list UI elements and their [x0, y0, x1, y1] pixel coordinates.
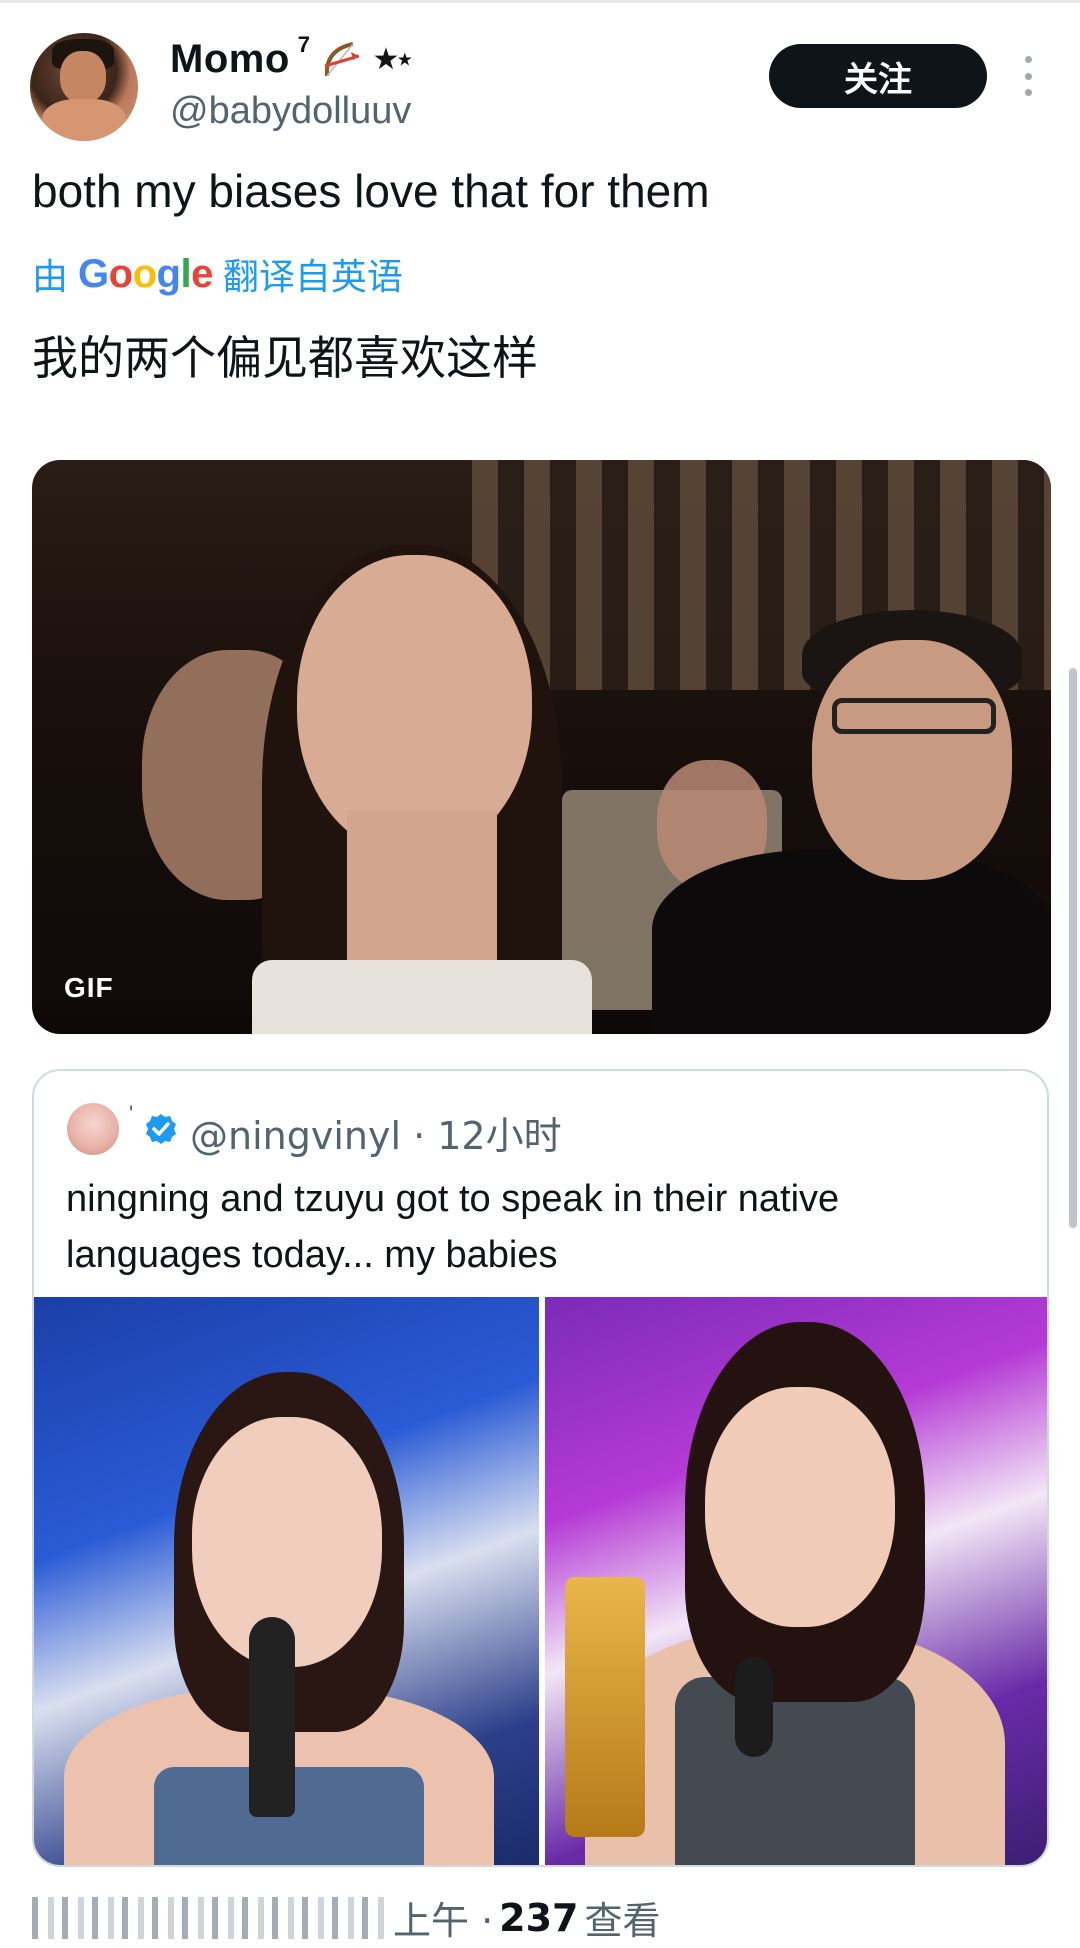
tweet-meta: 上午 · 237 查看 — [32, 1890, 661, 1945]
scrollbar[interactable] — [1069, 668, 1077, 1228]
views-count[interactable]: 237 — [499, 1896, 578, 1940]
more-icon[interactable] — [1018, 56, 1038, 96]
display-name-superscript: 7 — [297, 32, 311, 57]
views-label: 查看 — [584, 1899, 661, 1943]
author-handle[interactable]: @babydolluuv — [170, 90, 411, 133]
quoted-handle-time[interactable]: @ningvinyl · 12小时 — [190, 1105, 562, 1160]
follow-button[interactable]: 关注 — [769, 44, 987, 108]
translate-prefix: 由 — [32, 257, 69, 298]
gif-media[interactable] — [32, 460, 1051, 1034]
author-avatar[interactable] — [30, 33, 138, 141]
bow-arrow-icon — [324, 42, 359, 77]
quoted-tweet-card[interactable]: ' @ningvinyl · 12小时 ningning and tzuyu g… — [32, 1069, 1049, 1867]
google-logo: Google — [78, 251, 213, 296]
quoted-author-avatar[interactable] — [67, 1103, 119, 1155]
avatar-body — [42, 99, 126, 141]
translation-attribution[interactable]: 由 Google 翻译自英语 — [32, 248, 403, 300]
quoted-name-mark: ' — [129, 1101, 134, 1126]
top-divider — [0, 0, 1080, 3]
verified-icon — [146, 1114, 176, 1144]
display-name-text: Momo — [170, 36, 290, 81]
quoted-image-right[interactable] — [545, 1297, 1047, 1865]
translated-text: 我的两个偏见都喜欢这样 — [32, 331, 538, 385]
tweet-text: both my biases love that for them — [32, 165, 710, 217]
avatar-face — [60, 51, 106, 103]
quoted-tweet-text: ningning and tzuyu got to speak in their… — [66, 1178, 840, 1276]
blurred-timestamp — [32, 1896, 387, 1939]
quoted-image-left[interactable] — [34, 1297, 539, 1865]
time-suffix: 上午 · — [393, 1899, 494, 1943]
author-display-name[interactable]: Momo 7 ★⋆ — [170, 32, 415, 82]
stars-emoji: ★⋆ — [372, 42, 415, 76]
translate-suffix: 翻译自英语 — [222, 257, 403, 298]
gif-badge: GIF — [64, 972, 114, 1003]
